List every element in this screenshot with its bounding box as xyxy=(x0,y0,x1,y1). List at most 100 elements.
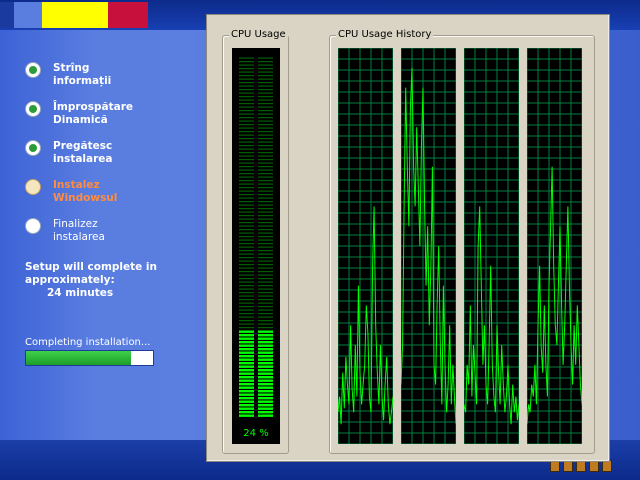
cpu-meter-segment-off xyxy=(258,138,273,140)
step-label-line: Finalizez xyxy=(53,218,98,230)
cpu-meter-segment-off xyxy=(239,211,254,213)
step-label-line: Dinamică xyxy=(53,114,108,126)
cpu-meter-segment-off xyxy=(258,211,273,213)
cpu-meter-segment-off xyxy=(258,264,273,266)
cpu-meter-segment-on xyxy=(258,376,273,379)
time-remaining-line: Setup will complete in xyxy=(25,261,157,273)
cpu-usage-group: CPU Usage 24 % xyxy=(222,29,289,454)
cpu-usage-percent-label: 24 % xyxy=(243,428,268,439)
cpu-meter-segment-off xyxy=(258,257,273,259)
flag-stripe xyxy=(42,2,108,28)
step-done-icon xyxy=(25,62,41,78)
cpu-meter-segment-off xyxy=(239,281,254,283)
cpu-meter-segment-off xyxy=(258,250,273,252)
cpu-meter-segment-off xyxy=(258,292,273,294)
cpu-meter-segment-on xyxy=(239,330,254,333)
cpu-meter-segment-off xyxy=(239,173,254,175)
cpu-meter-segment-off xyxy=(239,131,254,133)
cpu-meter-segment-off xyxy=(258,215,273,217)
cpu-meter-segment-off xyxy=(239,124,254,126)
cpu-meter-segment-on xyxy=(258,407,273,410)
cpu-meter-segment-off xyxy=(239,145,254,147)
cpu-meter-segment-off xyxy=(258,159,273,161)
cpu-meter-segment-off xyxy=(239,201,254,203)
cpu-meter-segment-off xyxy=(239,106,254,108)
cpu-meter-segment-off xyxy=(258,57,273,59)
cpu-meter-segment-off xyxy=(258,313,273,315)
cpu-meter-segment-off xyxy=(239,152,254,154)
cpu-meter-segment-off xyxy=(258,117,273,119)
cpu-meter-segment-off xyxy=(258,124,273,126)
cpu-meter-segment-on xyxy=(258,397,273,400)
step-pending-icon xyxy=(25,218,41,234)
cpu-history-group: CPU Usage History xyxy=(329,29,595,454)
cpu-meter-segment-off xyxy=(258,106,273,108)
cpu-meter-segment-off xyxy=(239,57,254,59)
cpu-meter-segment-off xyxy=(239,260,254,262)
cpu-meter-segment-off xyxy=(239,285,254,287)
cpu-meter-segment-off xyxy=(239,295,254,297)
cpu-meter-segment-off xyxy=(239,320,254,322)
cpu-meter-segment-off xyxy=(258,152,273,154)
cpu-meter-segment-off xyxy=(258,68,273,70)
progress-bar-fill xyxy=(26,351,132,365)
cpu-meter-segment-on xyxy=(258,337,273,340)
cpu-meter-segment-off xyxy=(258,113,273,115)
cpu-meter-segment-on xyxy=(258,386,273,389)
cpu-meter-segment-off xyxy=(258,309,273,311)
cpu-meter-segment-on xyxy=(258,341,273,344)
cpu-meter-segment-off xyxy=(258,320,273,322)
cpu-meter-segment-on xyxy=(239,386,254,389)
setup-time-remaining: Setup will complete in approximately: 24… xyxy=(25,261,157,300)
cpu-meter-segment-off xyxy=(239,82,254,84)
step-done-icon xyxy=(25,140,41,156)
cpu-meter-segment-off xyxy=(239,253,254,255)
cpu-meter-segment-off xyxy=(258,208,273,210)
cpu-meter-segment-off xyxy=(239,327,254,329)
cpu-meter-segment-off xyxy=(239,271,254,273)
cpu-meter-segment-off xyxy=(239,243,254,245)
cpu-meter-segment-off xyxy=(258,239,273,241)
step-label: Împrospătare Dinamică xyxy=(53,101,133,127)
cpu-meter-segment-off xyxy=(258,306,273,308)
cpu-meter-segment-off xyxy=(239,180,254,182)
cpu-meter-segment-off xyxy=(258,110,273,112)
cpu-meter-segment-off xyxy=(239,264,254,266)
cpu-meter-segment-on xyxy=(239,393,254,396)
cpu-meter-segment-off xyxy=(258,288,273,290)
cpu-meter-segment-off xyxy=(239,316,254,318)
cpu-meter-segment-off xyxy=(239,159,254,161)
cpu-meter-segment-on xyxy=(258,344,273,347)
cpu-meter-segment-on xyxy=(239,362,254,365)
cpu-meter-segment-on xyxy=(239,383,254,386)
step-label: Pregătesc instalarea xyxy=(53,140,113,166)
cpu-meter-segment-off xyxy=(258,316,273,318)
cpu-meter-segment-off xyxy=(258,82,273,84)
step-label-line: Instalez xyxy=(53,179,100,191)
cpu-meter-segment-off xyxy=(239,208,254,210)
step-label: Instalez Windowsul xyxy=(53,179,117,205)
cpu-meter-segment-off xyxy=(239,323,254,325)
cpu-meter-segment-off xyxy=(239,299,254,301)
cpu-meter-segment-on xyxy=(239,411,254,414)
cpu-meter-segment-off xyxy=(258,78,273,80)
cpu-meter-segment-off xyxy=(239,246,254,248)
cpu-meter-segment-off xyxy=(239,166,254,168)
cpu-meter-segment-off xyxy=(258,246,273,248)
cpu-meter-segment-off xyxy=(239,134,254,136)
cpu-meter-segment-off xyxy=(239,96,254,98)
cpu-meter-segment-off xyxy=(258,183,273,185)
cpu-meter-segment-off xyxy=(239,250,254,252)
cpu-meter-segment-on xyxy=(258,411,273,414)
cpu-meter-segment-on xyxy=(239,365,254,368)
cpu-meter-segment-off xyxy=(258,281,273,283)
cpu-meter-segment-on xyxy=(258,372,273,375)
cpu-meter-segment-on xyxy=(258,414,273,417)
time-remaining-value: 24 minutes xyxy=(47,287,114,299)
cpu-meter-segment-off xyxy=(258,141,273,143)
cpu-history-title: CPU Usage History xyxy=(336,29,434,40)
cpu-meter-segment-off xyxy=(239,292,254,294)
cpu-meter-segment-on xyxy=(239,341,254,344)
cpu-history-graph-core-3 xyxy=(464,48,519,444)
cpu-meter-segment-off xyxy=(239,232,254,234)
